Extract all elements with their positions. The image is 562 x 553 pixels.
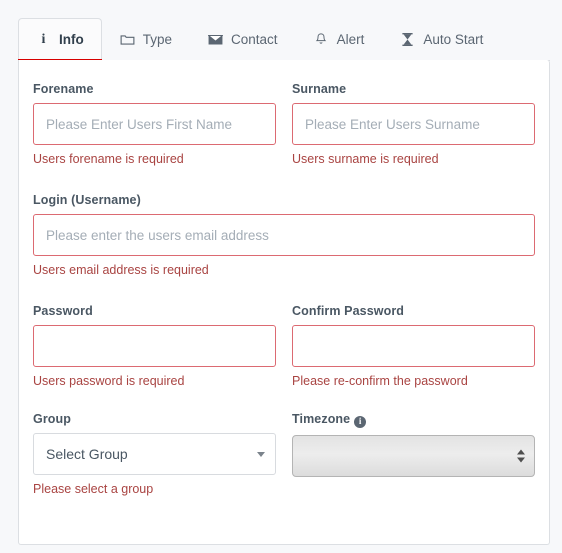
group-error: Please select a group: [33, 482, 154, 496]
timezone-select[interactable]: [292, 434, 535, 477]
login-input[interactable]: [33, 214, 535, 256]
tab-info-label: Info: [59, 31, 84, 47]
login-label: Login (Username): [33, 193, 141, 207]
info-tab-panel: Forename Users forename is required Surn…: [18, 60, 550, 545]
login-row: Login (Username) Users email address is …: [33, 193, 535, 278]
login-field: Login (Username) Users email address is …: [33, 193, 535, 278]
group-timezone-row: Group Select Group Please select a group…: [33, 412, 535, 497]
tab-info[interactable]: i Info: [18, 18, 102, 61]
forename-label: Forename: [33, 82, 94, 96]
forename-error: Users forename is required: [33, 152, 184, 166]
group-select-value: Select Group: [46, 446, 128, 462]
updown-arrows-icon: [517, 449, 525, 462]
confirm-password-error: Please re-confirm the password: [292, 374, 468, 388]
group-label: Group: [33, 412, 71, 426]
tab-alert[interactable]: Alert: [296, 18, 383, 60]
confirm-password-field: Confirm Password Please re-confirm the p…: [292, 304, 535, 389]
arrow-down-icon: [517, 457, 525, 462]
timezone-field: Timezone i: [292, 412, 535, 497]
tab-type[interactable]: Type: [102, 18, 190, 60]
tab-alert-label: Alert: [336, 31, 365, 47]
password-row: Password Users password is required Conf…: [33, 304, 535, 389]
info-circle-icon[interactable]: i: [354, 415, 367, 428]
surname-error: Users surname is required: [292, 152, 439, 166]
tab-bar: i Info Type Contact Alert Auto Start: [18, 18, 550, 61]
tab-contact-label: Contact: [231, 31, 278, 47]
timezone-label-text: Timezone: [292, 412, 351, 426]
confirm-password-label: Confirm Password: [292, 304, 405, 318]
forename-input[interactable]: [33, 103, 276, 145]
surname-input[interactable]: [292, 103, 535, 145]
folder-icon: [120, 32, 135, 47]
password-label: Password: [33, 304, 93, 318]
password-field: Password Users password is required: [33, 304, 276, 389]
chevron-down-icon: [257, 452, 265, 457]
timezone-label: Timezone i: [292, 412, 535, 428]
arrow-up-icon: [517, 449, 525, 454]
tab-auto-start[interactable]: Auto Start: [382, 18, 501, 60]
name-row: Forename Users forename is required Surn…: [33, 82, 535, 167]
group-field: Group Select Group Please select a group: [33, 412, 276, 497]
hourglass-icon: [400, 32, 415, 47]
password-error: Users password is required: [33, 374, 185, 388]
forename-field: Forename Users forename is required: [33, 82, 276, 167]
tab-contact[interactable]: Contact: [190, 18, 296, 60]
tab-type-label: Type: [142, 31, 173, 47]
login-error: Users email address is required: [33, 263, 209, 277]
info-icon: i: [41, 31, 46, 47]
surname-label: Surname: [292, 82, 347, 96]
user-info-form-page: i Info Type Contact Alert Auto Start For…: [0, 0, 562, 553]
confirm-password-input[interactable]: [292, 325, 535, 367]
bell-icon: [314, 32, 329, 47]
group-select[interactable]: Select Group: [33, 433, 276, 475]
surname-field: Surname Users surname is required: [292, 82, 535, 167]
envelope-icon: [208, 32, 224, 47]
tab-auto-start-label: Auto Start: [423, 31, 484, 47]
password-input[interactable]: [33, 325, 276, 367]
